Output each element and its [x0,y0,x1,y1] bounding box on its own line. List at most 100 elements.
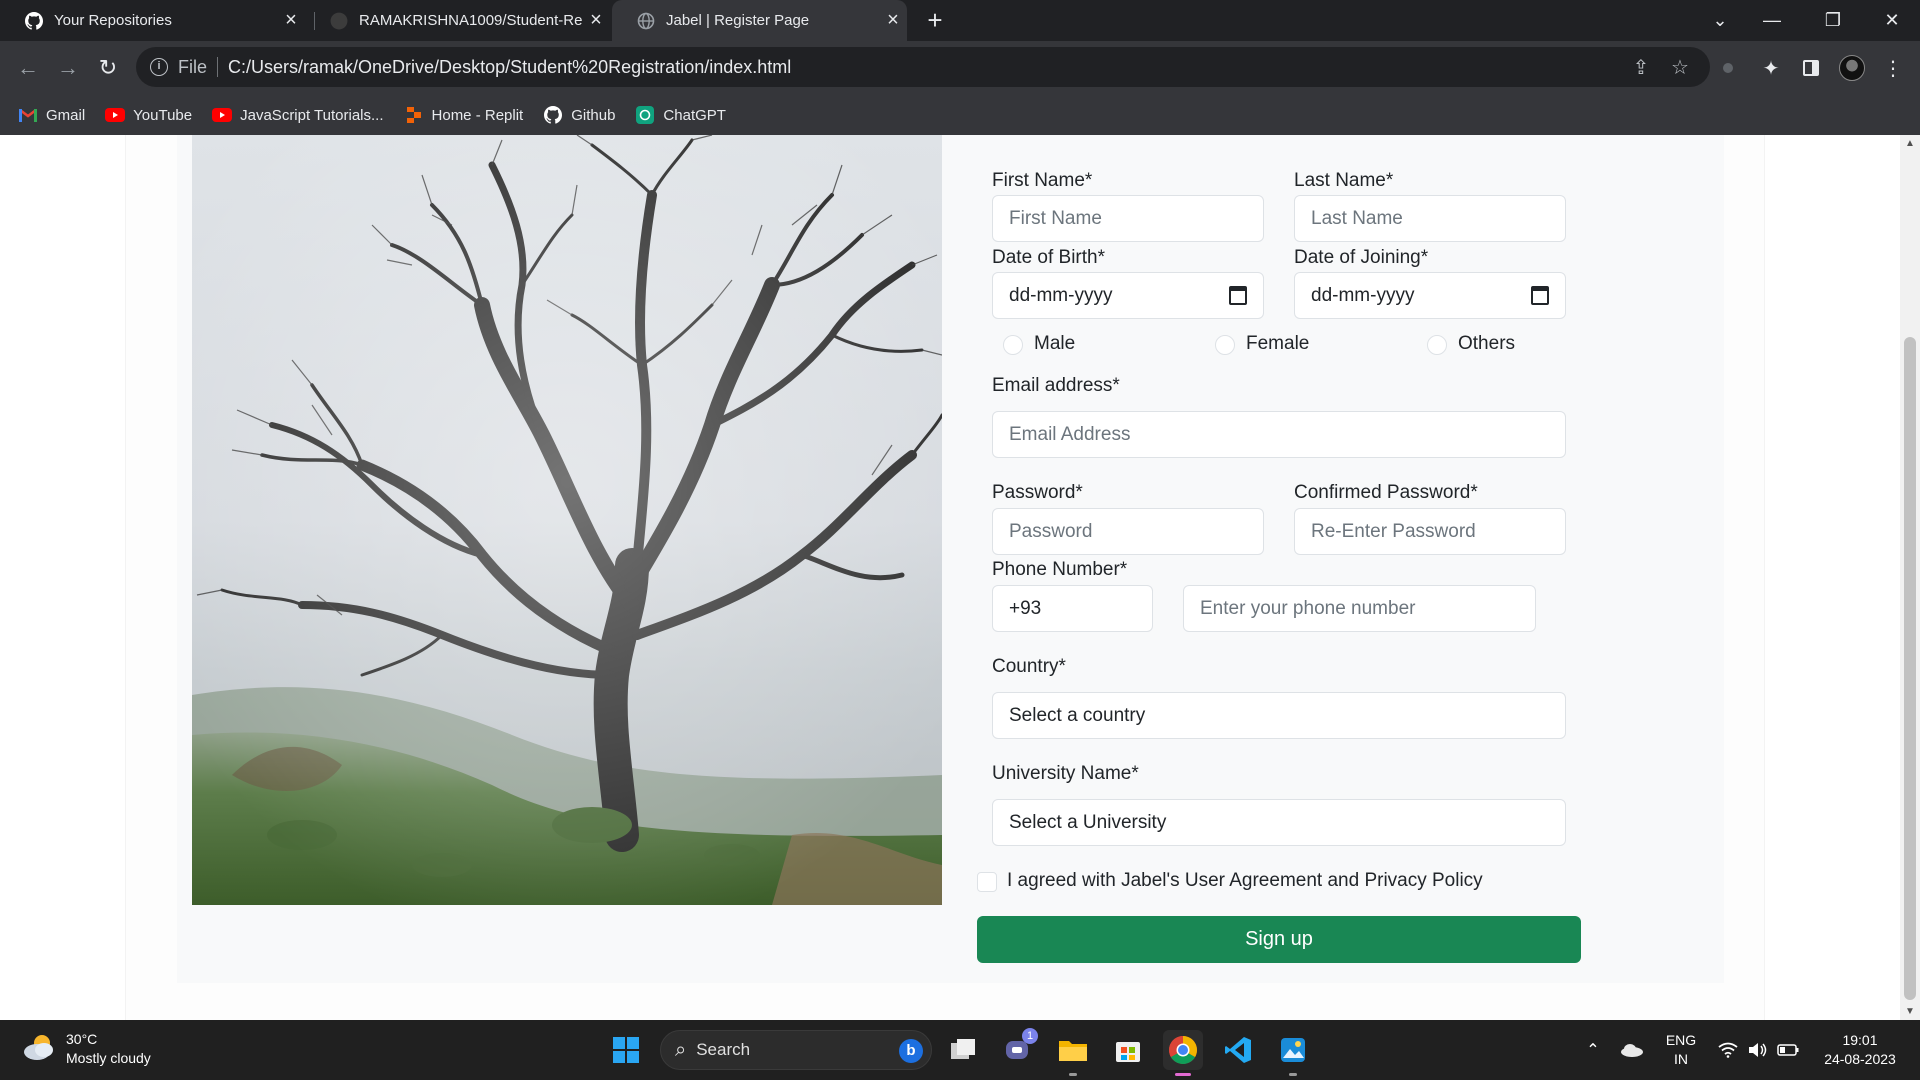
close-window-icon[interactable]: ✕ [1872,0,1912,41]
info-icon[interactable]: i [150,58,168,76]
browser-toolbar: ← → ↻ i File C:/Users/ramak/OneDrive/Des… [0,41,1920,95]
chrome-taskbar-icon[interactable] [1163,1030,1203,1076]
dob-date-input[interactable]: dd-mm-yyyy [992,272,1264,319]
bookmark-youtube[interactable]: YouTube [105,107,192,124]
bookmark-label: ChatGPT [663,106,726,124]
last-name-input[interactable]: Last Name [1294,195,1566,242]
bookmark-label: Home - Replit [431,106,524,124]
minimize-icon[interactable]: — [1752,0,1792,41]
restore-icon[interactable]: ❐ [1813,0,1853,41]
email-input[interactable]: Email Address [992,411,1566,458]
weather-widget[interactable]: 30°C Mostly cloudy [22,1030,151,1068]
file-explorer-icon[interactable] [1053,1030,1093,1076]
tab-register-page[interactable]: Jabel | Register Page × [612,0,907,41]
microsoft-store-icon[interactable] [1108,1030,1148,1070]
language-indicator[interactable]: ENG IN [1658,1020,1704,1080]
tab-student-repo[interactable]: RAMAKRISHNA1009/Student-Re × [305,0,610,41]
show-hidden-icons-chevron-icon[interactable]: ⌃ [1578,1020,1608,1080]
gender-male-radio[interactable] [1003,335,1023,355]
url-scheme-label: File [178,56,208,77]
windows-start-icon[interactable] [606,1030,646,1070]
replit-icon [404,107,424,123]
weather-temperature: 30°C [66,1031,98,1047]
share-icon[interactable]: ⇪ [1624,47,1658,87]
active-indicator [1175,1073,1191,1076]
bookmark-chatgpt[interactable]: ChatGPT [635,106,726,124]
address-bar[interactable]: i File C:/Users/ramak/OneDrive/Desktop/S… [136,47,1710,87]
gender-female-label: Female [1246,333,1310,354]
wifi-icon[interactable] [1714,1020,1742,1080]
back-icon[interactable]: ← [8,41,48,95]
extensions-icon[interactable]: ✦ [1755,52,1787,84]
profile-avatar[interactable] [1836,52,1868,84]
windows-taskbar: 30°C Mostly cloudy ⌕ Search b 1 ⌃ ENG IN… [0,1020,1920,1080]
clock[interactable]: 19:01 24-08-2023 [1812,1020,1908,1080]
university-select[interactable]: Select a University [992,799,1566,846]
volume-icon[interactable] [1744,1020,1772,1080]
url-text[interactable]: C:/Users/ramak/OneDrive/Desktop/Student%… [228,57,791,78]
globe-icon [636,11,656,31]
bing-icon[interactable]: b [899,1039,923,1063]
agreement-label: I agreed with Jabel's User Agreement and… [1007,870,1483,891]
tab-search-chevron-icon[interactable]: ⌄ [1700,0,1740,41]
weather-description: Mostly cloudy [66,1050,151,1066]
gender-others-label: Others [1458,333,1516,354]
dob-placeholder: dd-mm-yyyy [1009,284,1113,306]
doj-placeholder: dd-mm-yyyy [1311,284,1415,306]
close-tab-icon[interactable]: × [879,9,907,32]
recording-dot-icon[interactable] [1712,52,1744,84]
scroll-up-arrow-icon[interactable]: ▲ [1900,135,1920,152]
task-view-icon[interactable] [943,1030,983,1070]
taskbar-search-box[interactable]: ⌕ Search b [660,1030,932,1070]
url-divider [217,57,219,77]
youtube-icon [212,107,233,123]
chat-badge: 1 [1022,1028,1038,1044]
menu-kebab-icon[interactable]: ⋮ [1877,52,1909,84]
bookmark-star-icon[interactable]: ☆ [1663,47,1697,87]
bookmark-replit[interactable]: Home - Replit [404,106,524,124]
gender-female-radio[interactable] [1215,335,1235,355]
close-tab-icon[interactable]: × [277,9,305,32]
first-name-label: First Name* [992,170,1093,191]
vscode-icon[interactable] [1218,1030,1258,1070]
doj-date-input[interactable]: dd-mm-yyyy [1294,272,1566,319]
browser-tab-strip: Your Repositories × RAMAKRISHNA1009/Stud… [0,0,1920,41]
teams-chat-icon[interactable]: 1 [998,1028,1038,1070]
sign-up-button[interactable]: Sign up [977,916,1581,963]
page-scrollbar[interactable]: ▲ ▼ [1900,135,1920,1020]
password-label: Password* [992,482,1083,503]
onedrive-cloud-icon[interactable] [1616,1020,1648,1080]
bookmark-label: Gmail [46,106,86,124]
phone-number-input[interactable]: Enter your phone number [1183,585,1536,632]
forward-icon[interactable]: → [48,41,88,95]
first-name-input[interactable]: First Name [992,195,1264,242]
gmail-icon [18,107,38,123]
bookmark-gmail[interactable]: Gmail [18,107,85,124]
country-select[interactable]: Select a country [992,692,1566,739]
scroll-down-arrow-icon[interactable]: ▼ [1900,1003,1920,1020]
scrollbar-thumb[interactable] [1904,337,1916,1000]
photos-app-icon[interactable] [1273,1030,1313,1076]
reload-icon[interactable]: ↻ [88,41,128,95]
calendar-icon[interactable] [1229,286,1247,305]
tab-title: Your Repositories [54,12,172,29]
side-panel-icon[interactable] [1795,52,1827,84]
battery-icon[interactable] [1774,1020,1802,1080]
cloudy-weather-icon [22,1032,56,1067]
gender-others-radio[interactable] [1427,335,1447,355]
region-code: IN [1674,1051,1688,1067]
last-name-label: Last Name* [1294,170,1394,191]
confirm-password-input[interactable]: Re-Enter Password [1294,508,1566,555]
confirm-password-label: Confirmed Password* [1294,482,1478,503]
close-tab-icon[interactable]: × [582,9,610,32]
doj-label: Date of Joining* [1294,247,1429,268]
new-tab-button[interactable]: + [920,5,950,35]
bookmark-javascript-tutorials[interactable]: JavaScript Tutorials... [212,107,384,124]
bookmark-github[interactable]: Github [543,106,615,124]
agreement-checkbox[interactable] [977,872,997,892]
country-code-select[interactable]: +93 [992,585,1153,632]
bookmarks-bar: Gmail YouTube JavaScript Tutorials... Ho… [0,95,1920,135]
calendar-icon[interactable] [1531,286,1549,305]
tab-your-repositories[interactable]: Your Repositories × [0,0,305,41]
password-input[interactable]: Password [992,508,1264,555]
